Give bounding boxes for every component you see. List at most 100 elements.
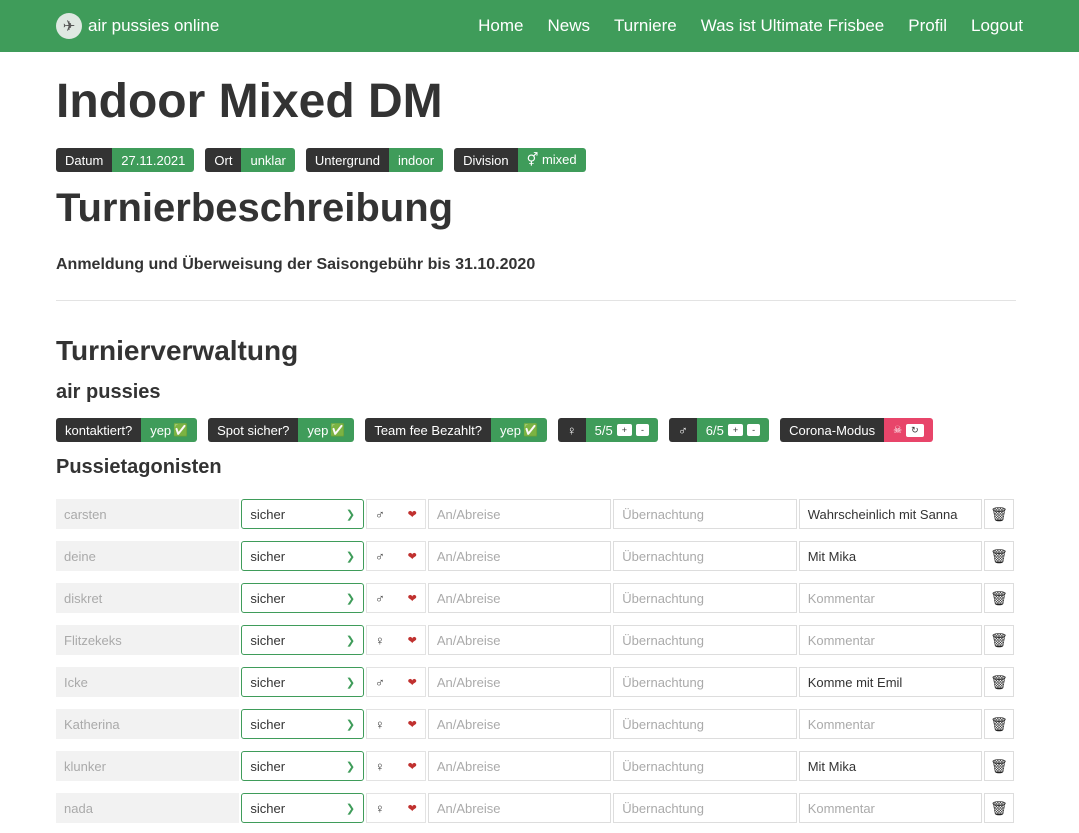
player-name: nada [56,793,240,823]
comment-input[interactable]: Kommentar [798,583,983,613]
stay-input[interactable]: Übernachtung [613,583,797,613]
comment-input[interactable]: Mit Mika [798,541,983,571]
comment-input[interactable]: Kommentar [798,625,983,655]
status-spot-value: yep ✅ [298,418,355,442]
player-row: diskret sicher ❯ ♂ ❤ An/Abreise Übernachtung Ko… [56,577,1016,619]
chevron-down-icon: ❯ [345,760,356,773]
heart-chevron-icon: ❤ [407,802,417,815]
status-contacted[interactable]: kontaktiert? yep ✅ [56,418,198,442]
player-status-value: sicher [250,758,286,774]
stay-input[interactable]: Übernachtung [613,625,797,655]
nav-link-turniere[interactable]: Turniere [614,16,677,36]
nav-link-news[interactable]: News [548,16,591,36]
team-name: air pussies [56,381,161,403]
trash-icon[interactable]: 🗑 [984,793,1014,823]
stay-input[interactable]: Übernachtung [613,709,797,739]
female-minus-button[interactable]: - [636,424,650,436]
trash-icon[interactable]: 🗑 [984,499,1014,529]
stay-input[interactable]: Übernachtung [613,499,797,529]
male-icon: ♂ [669,418,697,442]
trash-icon[interactable]: 🗑 [984,583,1014,613]
player-status-select[interactable]: sicher ❯ [241,499,365,529]
player-gender-select[interactable]: ♀ ❤ [366,625,426,655]
player-status-select[interactable]: sicher ❯ [241,541,365,571]
gender-icon: ♂ [375,506,385,522]
gender-icon: ♂ [375,590,385,606]
player-status-select[interactable]: sicher ❯ [241,709,365,739]
nav-link-ultimate[interactable]: Was ist Ultimate Frisbee [701,16,885,36]
heart-chevron-icon: ❤ [407,676,417,689]
player-status-select[interactable]: sicher ❯ [241,583,365,613]
trash-icon[interactable]: 🗑 [984,667,1014,697]
comment-input[interactable]: Kommentar [798,709,983,739]
female-count: 5/5 [594,422,613,438]
player-gender-select[interactable]: ♀ ❤ [366,709,426,739]
comment-input[interactable]: Mit Mika [798,751,983,781]
player-row: Flitzekeks sicher ❯ ♀ ❤ An/Abreise Übernachtun… [56,619,1016,661]
travel-input[interactable]: An/Abreise [427,625,612,655]
travel-input[interactable]: An/Abreise [427,499,612,529]
player-status-select[interactable]: sicher ❯ [241,625,365,655]
gender-icon: ♀ [375,632,385,648]
brand[interactable]: ✈ air pussies online [56,13,219,39]
stay-input[interactable]: Übernachtung [613,667,797,697]
player-gender-select[interactable]: ♂ ❤ [366,667,426,697]
male-plus-button[interactable]: + [727,424,744,436]
player-name: Icke [56,667,240,697]
player-status-select[interactable]: sicher ❯ [241,667,365,697]
trash-icon[interactable]: 🗑 [984,541,1014,571]
player-row: carsten sicher ❯ ♂ ❤ An/Abreise Übernachtung Wa… [56,493,1016,535]
player-status-select[interactable]: sicher ❯ [241,793,365,823]
travel-input[interactable]: An/Abreise [427,793,612,823]
heart-chevron-icon: ❤ [407,718,417,731]
player-status-value: sicher [250,548,286,564]
female-plus-button[interactable]: + [616,424,633,436]
comment-input[interactable]: Wahrscheinlich mit Sanna [798,499,983,529]
nav-links: Home News Turniere Was ist Ultimate Fris… [478,16,1023,36]
travel-input[interactable]: An/Abreise [427,541,612,571]
player-row: nada sicher ❯ ♀ ❤ An/Abreise Übernachtung Komme… [56,787,1016,829]
badge-surface: Untergrund indoor [305,148,444,172]
player-row: klunker sicher ❯ ♀ ❤ An/Abreise Übernachtung Mi… [56,745,1016,787]
brand-name: air pussies online [88,16,220,35]
male-minus-button[interactable]: - [747,424,761,436]
status-fee-text: yep [500,422,521,438]
stay-input[interactable]: Übernachtung [613,541,797,571]
player-row: Icke sicher ❯ ♂ ❤ An/Abreise Übernachtung Komme… [56,661,1016,703]
status-fee[interactable]: Team fee Bezahlt? yep ✅ [365,418,547,442]
player-status-value: sicher [250,674,286,690]
player-name: Flitzekeks [56,625,240,655]
player-gender-select[interactable]: ♂ ❤ [366,541,426,571]
trash-icon[interactable]: 🗑 [984,709,1014,739]
status-spot[interactable]: Spot sicher? yep ✅ [208,418,355,442]
stay-input[interactable]: Übernachtung [613,793,797,823]
gender-icon: ♂ [375,548,385,564]
travel-input[interactable]: An/Abreise [427,667,612,697]
trash-icon[interactable]: 🗑 [984,751,1014,781]
nav-link-profil[interactable]: Profil [908,16,947,36]
tournament-info: Datum 27.11.2021 Ort unklar Untergrund i… [56,148,1016,172]
travel-input[interactable]: An/Abreise [427,709,612,739]
player-gender-select[interactable]: ♀ ❤ [366,751,426,781]
comment-input[interactable]: Kommentar [798,793,983,823]
status-corona: Corona-Modus ☠ ↻ [780,418,933,442]
admin-heading: Turnierverwaltung [56,335,299,366]
badge-date: Datum 27.11.2021 [56,148,195,172]
trash-icon[interactable]: 🗑 [984,625,1014,655]
player-row: deine sicher ❯ ♂ ❤ An/Abreise Übernachtung Mit … [56,535,1016,577]
comment-input[interactable]: Komme mit Emil [798,667,983,697]
stay-input[interactable]: Übernachtung [613,751,797,781]
player-gender-select[interactable]: ♂ ❤ [366,583,426,613]
nav-link-logout[interactable]: Logout [971,16,1023,36]
corona-toggle-button[interactable]: ↻ [906,423,924,437]
player-status-select[interactable]: sicher ❯ [241,751,365,781]
travel-input[interactable]: An/Abreise [427,751,612,781]
travel-input[interactable]: An/Abreise [427,583,612,613]
gender-icon: ♂ [375,674,385,690]
main-content: Indoor Mixed DM Datum 27.11.2021 Ort unk… [0,78,1079,829]
player-gender-select[interactable]: ♂ ❤ [366,499,426,529]
nav-link-home[interactable]: Home [478,16,523,36]
player-gender-select[interactable]: ♀ ❤ [366,793,426,823]
status-contacted-value: yep ✅ [141,418,198,442]
heart-chevron-icon: ❤ [407,634,417,647]
